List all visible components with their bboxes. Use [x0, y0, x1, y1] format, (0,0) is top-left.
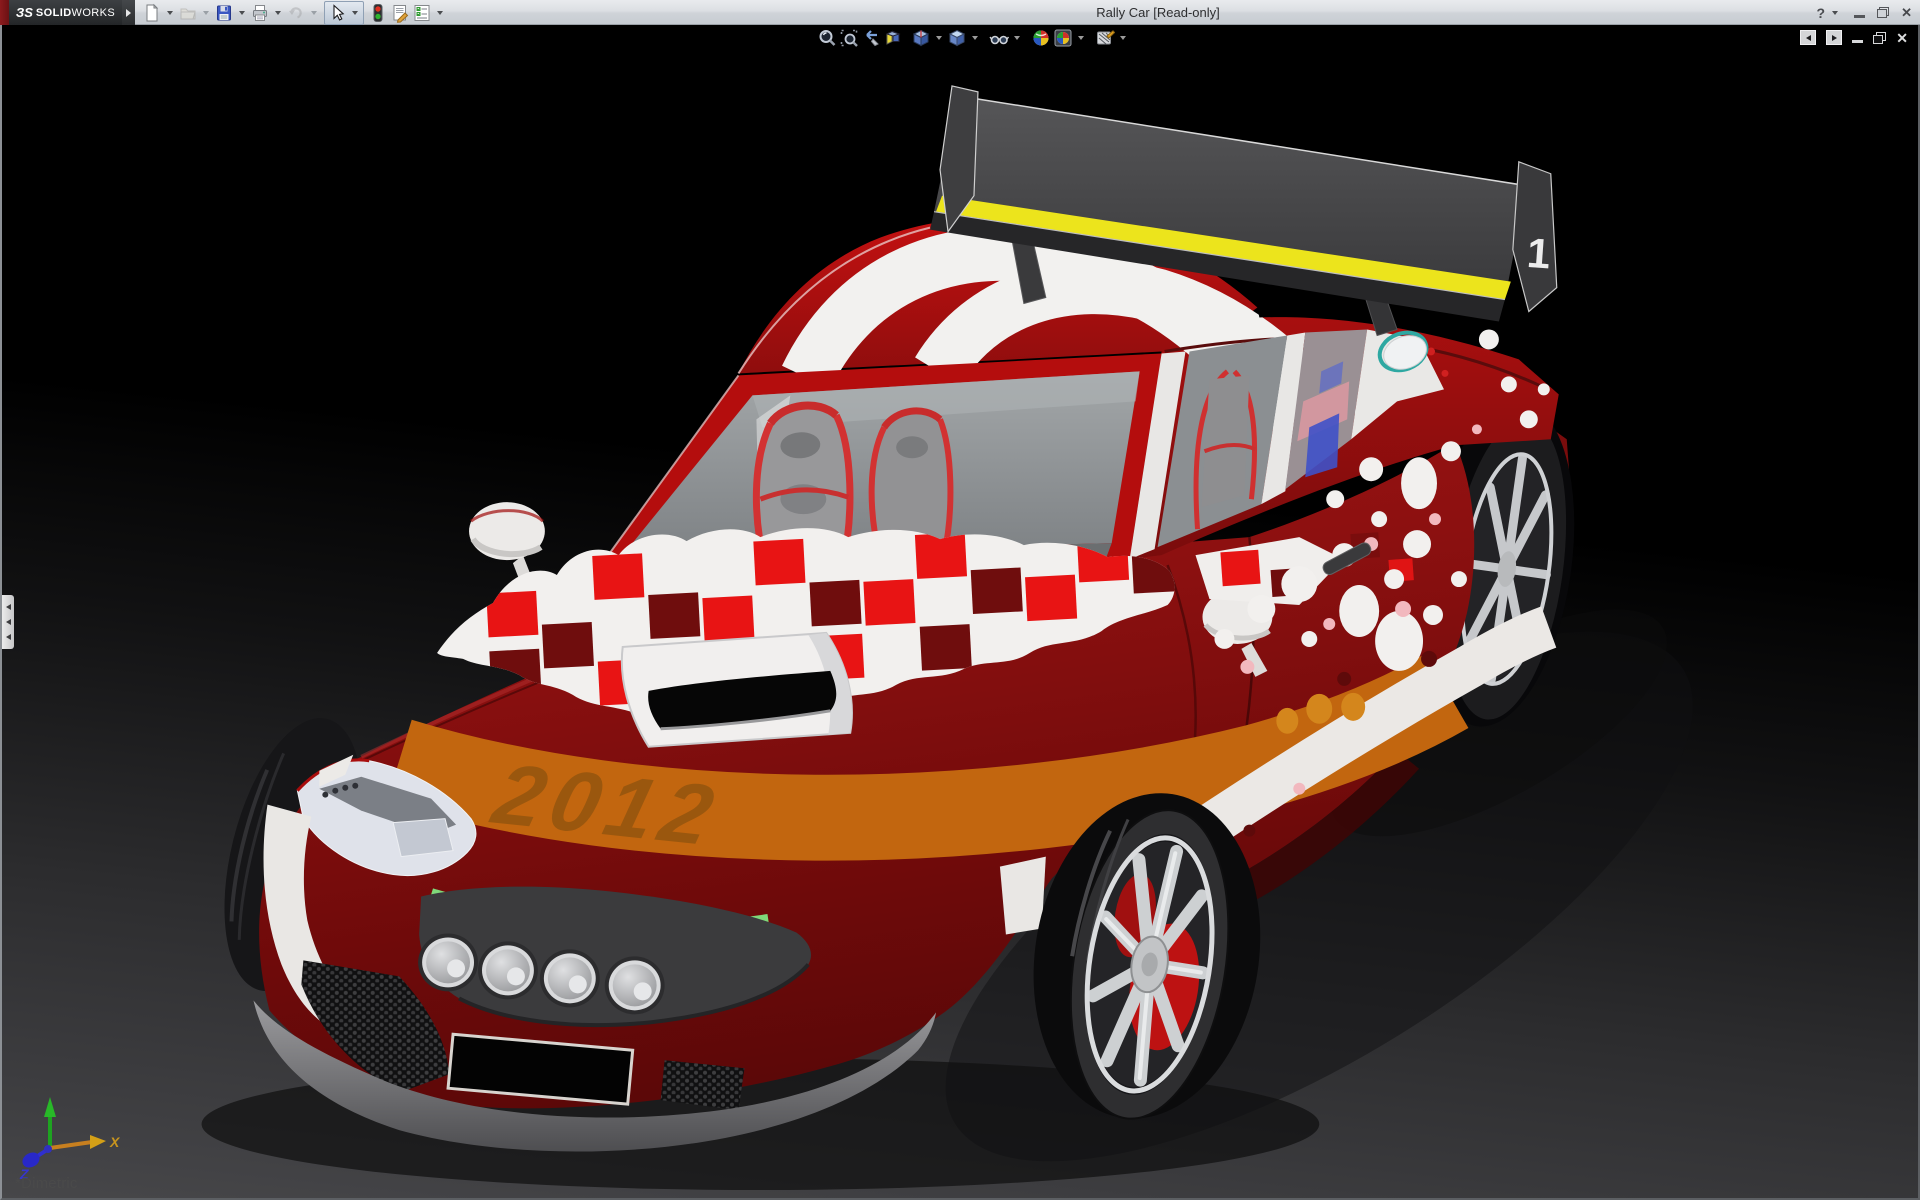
- apply-scene-button[interactable]: [1052, 27, 1074, 48]
- heads-up-view-toolbar: [816, 27, 1130, 48]
- collapse-arrow-icon: [6, 619, 11, 625]
- window-title: Rally Car [Read-only]: [1096, 0, 1220, 25]
- display-style-button[interactable]: [946, 27, 968, 48]
- rebuild-button[interactable]: [367, 2, 389, 24]
- hide-show-items-dropdown[interactable]: [1014, 36, 1020, 40]
- display-style-icon: [947, 28, 967, 48]
- undo-button[interactable]: [285, 2, 307, 24]
- zoom-to-area-icon: [839, 28, 859, 48]
- brand-accent-strip: [0, 0, 9, 25]
- open-folder-icon: [178, 3, 198, 23]
- edit-appearance-button[interactable]: [1030, 27, 1052, 48]
- undo-dropdown[interactable]: [311, 11, 317, 15]
- pane-right-icon: [1832, 35, 1837, 41]
- view-orientation-dropdown[interactable]: [936, 36, 942, 40]
- pane-left-icon: [1806, 35, 1811, 41]
- previous-view-icon: [861, 28, 881, 48]
- help-button[interactable]: ?: [1817, 5, 1843, 21]
- new-document-icon: [142, 3, 162, 23]
- save-dropdown[interactable]: [239, 11, 245, 15]
- save-floppy-icon: [214, 3, 234, 23]
- triad-x-label: X: [109, 1134, 121, 1150]
- hide-show-items-button[interactable]: [988, 27, 1010, 48]
- doc-restore-button[interactable]: [1873, 32, 1886, 44]
- solidworks-window: ЗS SOLIDWORKS: [0, 0, 1920, 1200]
- doc-close-button[interactable]: ✕: [1896, 31, 1908, 45]
- hood-scoop: [622, 633, 852, 747]
- open-dropdown[interactable]: [203, 11, 209, 15]
- select-dropdown[interactable]: [352, 11, 358, 15]
- undo-icon: [286, 3, 306, 23]
- minimize-button[interactable]: [1854, 15, 1865, 18]
- collapse-arrow-icon: [6, 604, 11, 610]
- solidworks-logo-glyph: ЗS: [16, 5, 33, 20]
- close-button[interactable]: ✕: [1901, 0, 1912, 25]
- section-view-button[interactable]: [882, 27, 904, 48]
- select-tool-group: [324, 1, 364, 25]
- print-button[interactable]: [249, 2, 271, 24]
- view-settings-button[interactable]: [1094, 27, 1116, 48]
- solidworks-logo: ЗS SOLIDWORKS: [9, 0, 122, 25]
- file-properties-icon: [390, 3, 410, 23]
- rally-car-model[interactable]: 2012: [2, 25, 1918, 1198]
- doc-minimize-button[interactable]: [1852, 40, 1863, 43]
- zoom-to-area-button[interactable]: [838, 27, 860, 48]
- menu-expand-button[interactable]: [122, 0, 135, 25]
- standard-toolbar: [141, 1, 447, 24]
- options-checklist-icon: [412, 3, 432, 23]
- view-orientation-icon: [911, 28, 931, 48]
- select-cursor-icon: [327, 3, 347, 23]
- help-dropdown[interactable]: [1832, 11, 1838, 15]
- document-window-controls: ✕: [1800, 30, 1908, 45]
- select-button[interactable]: [326, 2, 348, 24]
- zoom-to-fit-button[interactable]: [816, 27, 838, 48]
- restore-button[interactable]: [1877, 7, 1889, 18]
- file-properties-button[interactable]: [389, 2, 411, 24]
- new-document-button[interactable]: [141, 2, 163, 24]
- titlebar: ЗS SOLIDWORKS: [0, 0, 1920, 25]
- print-dropdown[interactable]: [275, 11, 281, 15]
- graphics-viewport[interactable]: 2012: [0, 25, 1920, 1200]
- appearance-ball-icon: [1031, 28, 1051, 48]
- view-orientation-label: *Dimetric: [15, 1175, 78, 1192]
- race-number: 1: [1526, 229, 1553, 278]
- apply-scene-dropdown[interactable]: [1078, 36, 1084, 40]
- help-icon: ?: [1817, 5, 1826, 21]
- new-document-dropdown[interactable]: [167, 11, 173, 15]
- display-style-dropdown[interactable]: [972, 36, 978, 40]
- expand-arrow-icon: [126, 9, 131, 17]
- apply-scene-icon: [1053, 28, 1073, 48]
- pane-left-button[interactable]: [1800, 30, 1816, 45]
- window-controls: ? ✕: [1817, 0, 1912, 25]
- solidworks-logo-text: SOLIDWORKS: [36, 7, 115, 19]
- rebuild-traffic-light-icon: [368, 3, 388, 23]
- pane-right-button[interactable]: [1826, 30, 1842, 45]
- zoom-to-fit-icon: [817, 28, 837, 48]
- section-view-icon: [883, 28, 903, 48]
- collapse-arrow-icon: [6, 634, 11, 640]
- save-button[interactable]: [213, 2, 235, 24]
- feature-manager-collapsed-tab[interactable]: [2, 595, 14, 649]
- print-icon: [250, 3, 270, 23]
- view-orientation-button[interactable]: [910, 27, 932, 48]
- options-button[interactable]: [411, 2, 433, 24]
- options-dropdown[interactable]: [437, 11, 443, 15]
- eyeglasses-icon: [989, 28, 1009, 48]
- view-settings-icon: [1095, 28, 1115, 48]
- previous-view-button[interactable]: [860, 27, 882, 48]
- open-button[interactable]: [177, 2, 199, 24]
- view-settings-dropdown[interactable]: [1120, 36, 1126, 40]
